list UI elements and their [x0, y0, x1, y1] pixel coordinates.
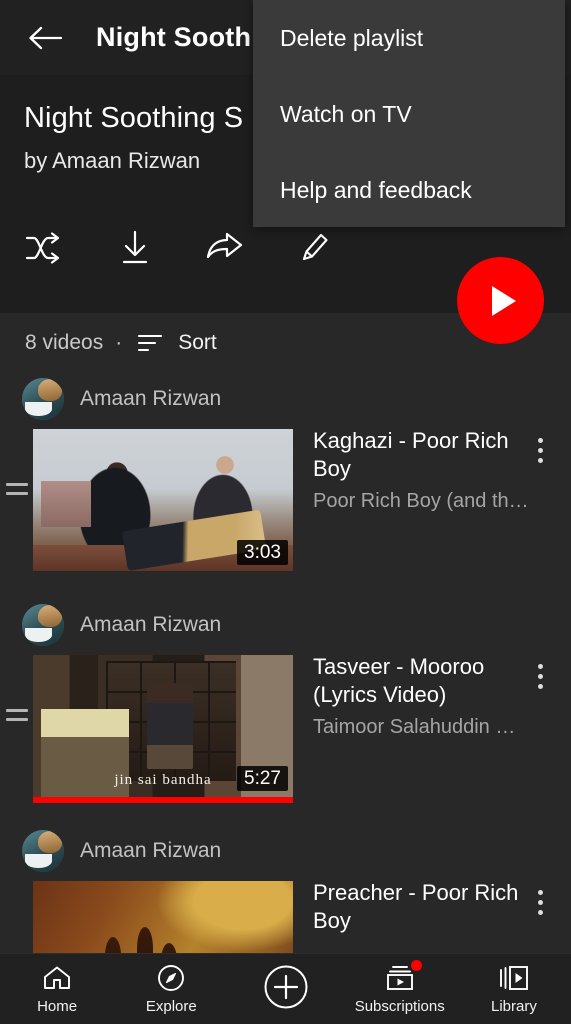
back-arrow-icon: [29, 26, 62, 49]
avatar: [22, 378, 64, 420]
avatar: [22, 604, 64, 646]
bottom-navigation: Home Explore Subscriptions Library: [0, 953, 571, 1024]
channel-row[interactable]: Amaan Rizwan: [0, 373, 571, 425]
drag-handle[interactable]: [6, 709, 30, 725]
avatar: [22, 830, 64, 872]
list-item[interactable]: Amaan Rizwan 3:03 Kaghazi - Poor Rich Bo…: [0, 373, 571, 599]
playlist-author: by Amaan Rizwan: [24, 148, 201, 173]
back-button[interactable]: [14, 7, 76, 69]
play-icon: [492, 285, 516, 316]
channel-row[interactable]: Amaan Rizwan: [0, 599, 571, 651]
nav-label-explore: Explore: [145, 998, 197, 1015]
more-options-button[interactable]: [523, 429, 557, 471]
more-options-button[interactable]: [523, 881, 557, 923]
video-thumbnail[interactable]: [33, 881, 293, 953]
video-title: Tasveer - Mooroo (Lyrics Video): [313, 654, 485, 707]
toolbar-title: Night Sooth: [96, 22, 252, 52]
nav-item-create[interactable]: [228, 954, 342, 1024]
shuffle-button[interactable]: [0, 213, 90, 283]
playlist-title: Night Soothing S: [24, 102, 244, 134]
channel-name: Amaan Rizwan: [80, 839, 222, 862]
nav-label-home: Home: [37, 998, 78, 1015]
download-button[interactable]: [90, 213, 180, 283]
video-subtitle: Poor Rich Boy (and th…: [313, 490, 528, 512]
video-meta: Tasveer - Mooroo (Lyrics Video) Taimoor …: [313, 653, 528, 739]
video-count-label: 8 videos: [25, 331, 104, 354]
library-icon: [499, 966, 528, 990]
channel-name: Amaan Rizwan: [80, 613, 222, 636]
home-icon: [44, 966, 71, 989]
video-list[interactable]: Amaan Rizwan 3:03 Kaghazi - Poor Rich Bo…: [0, 373, 571, 953]
subscriptions-badge: [410, 960, 422, 971]
channel-row[interactable]: Amaan Rizwan: [0, 825, 571, 877]
list-item[interactable]: Amaan Rizwan jin sai bandha 5:27 Tasveer…: [0, 599, 571, 825]
video-meta: Kaghazi - Poor Rich Boy Poor Rich Boy (a…: [313, 427, 528, 513]
subscriptions-icon: [386, 966, 413, 990]
menu-item-watch-on-tv[interactable]: Watch on TV: [253, 76, 565, 152]
nav-item-explore[interactable]: Explore: [114, 954, 228, 1024]
nav-label-library: Library: [490, 998, 537, 1015]
nav-item-home[interactable]: Home: [0, 954, 114, 1024]
sort-label[interactable]: Sort: [178, 331, 217, 355]
share-icon: [206, 232, 243, 259]
plus-circle-icon: [264, 965, 307, 1008]
separator-dot: ·: [115, 331, 123, 354]
watch-progress-bar: [33, 797, 293, 803]
channel-name: Amaan Rizwan: [80, 387, 222, 410]
video-subtitle: Taimoor Salahuddin …: [313, 716, 516, 738]
pencil-icon: [302, 233, 328, 261]
overflow-menu[interactable]: Delete playlist Watch on TV Help and fee…: [253, 0, 565, 227]
more-options-button[interactable]: [523, 655, 557, 697]
nav-item-subscriptions[interactable]: Subscriptions: [343, 954, 457, 1024]
duration-badge: 5:27: [237, 765, 288, 791]
video-title: Preacher - Poor Rich Boy: [313, 880, 519, 933]
sort-button[interactable]: [136, 332, 164, 354]
duration-badge: 3:03: [237, 539, 288, 565]
video-title: Kaghazi - Poor Rich Boy: [313, 428, 509, 481]
play-all-fab[interactable]: [457, 257, 544, 344]
list-item[interactable]: Amaan Rizwan Preacher - Poor Rich Boy: [0, 825, 571, 953]
download-icon: [122, 230, 148, 264]
youtube-playlist-screen: Night Sooth Night Soothing S by Amaan Ri…: [0, 0, 571, 1024]
nav-item-library[interactable]: Library: [457, 954, 571, 1024]
nav-label-subscriptions: Subscriptions: [354, 998, 445, 1015]
video-thumbnail[interactable]: jin sai bandha 5:27: [33, 655, 293, 797]
menu-item-help-and-feedback[interactable]: Help and feedback: [253, 152, 565, 228]
shuffle-icon: [25, 232, 60, 264]
compass-icon: [158, 965, 185, 991]
video-thumbnail[interactable]: 3:03: [33, 429, 293, 571]
menu-item-delete-playlist[interactable]: Delete playlist: [253, 0, 565, 76]
video-meta: Preacher - Poor Rich Boy: [313, 879, 528, 934]
drag-handle[interactable]: [6, 483, 30, 499]
sort-icon: [138, 334, 163, 352]
